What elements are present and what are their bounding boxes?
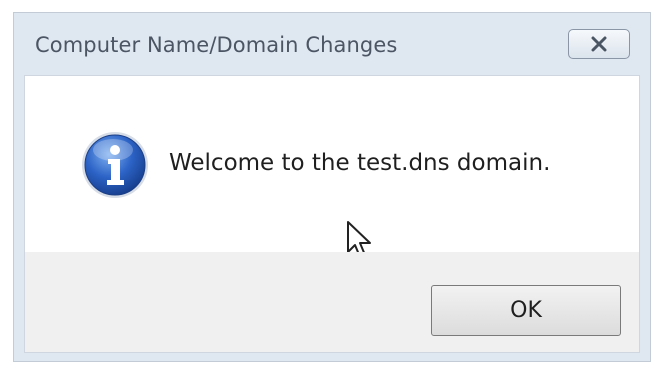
close-button[interactable] [568, 29, 630, 59]
title-bar[interactable]: Computer Name/Domain Changes [14, 13, 650, 75]
message-area: Welcome to the test.dns domain. [25, 76, 639, 258]
ok-button[interactable]: OK [431, 285, 621, 336]
dialog-title: Computer Name/Domain Changes [35, 33, 398, 57]
dialog-message: Welcome to the test.dns domain. [169, 150, 551, 176]
close-icon [591, 36, 607, 52]
button-bar: OK [25, 252, 639, 352]
dialog-body: Welcome to the test.dns domain. OK [24, 75, 640, 353]
info-icon [82, 132, 148, 198]
dialog-window: Computer Name/Domain Changes Welcome to … [13, 12, 651, 362]
